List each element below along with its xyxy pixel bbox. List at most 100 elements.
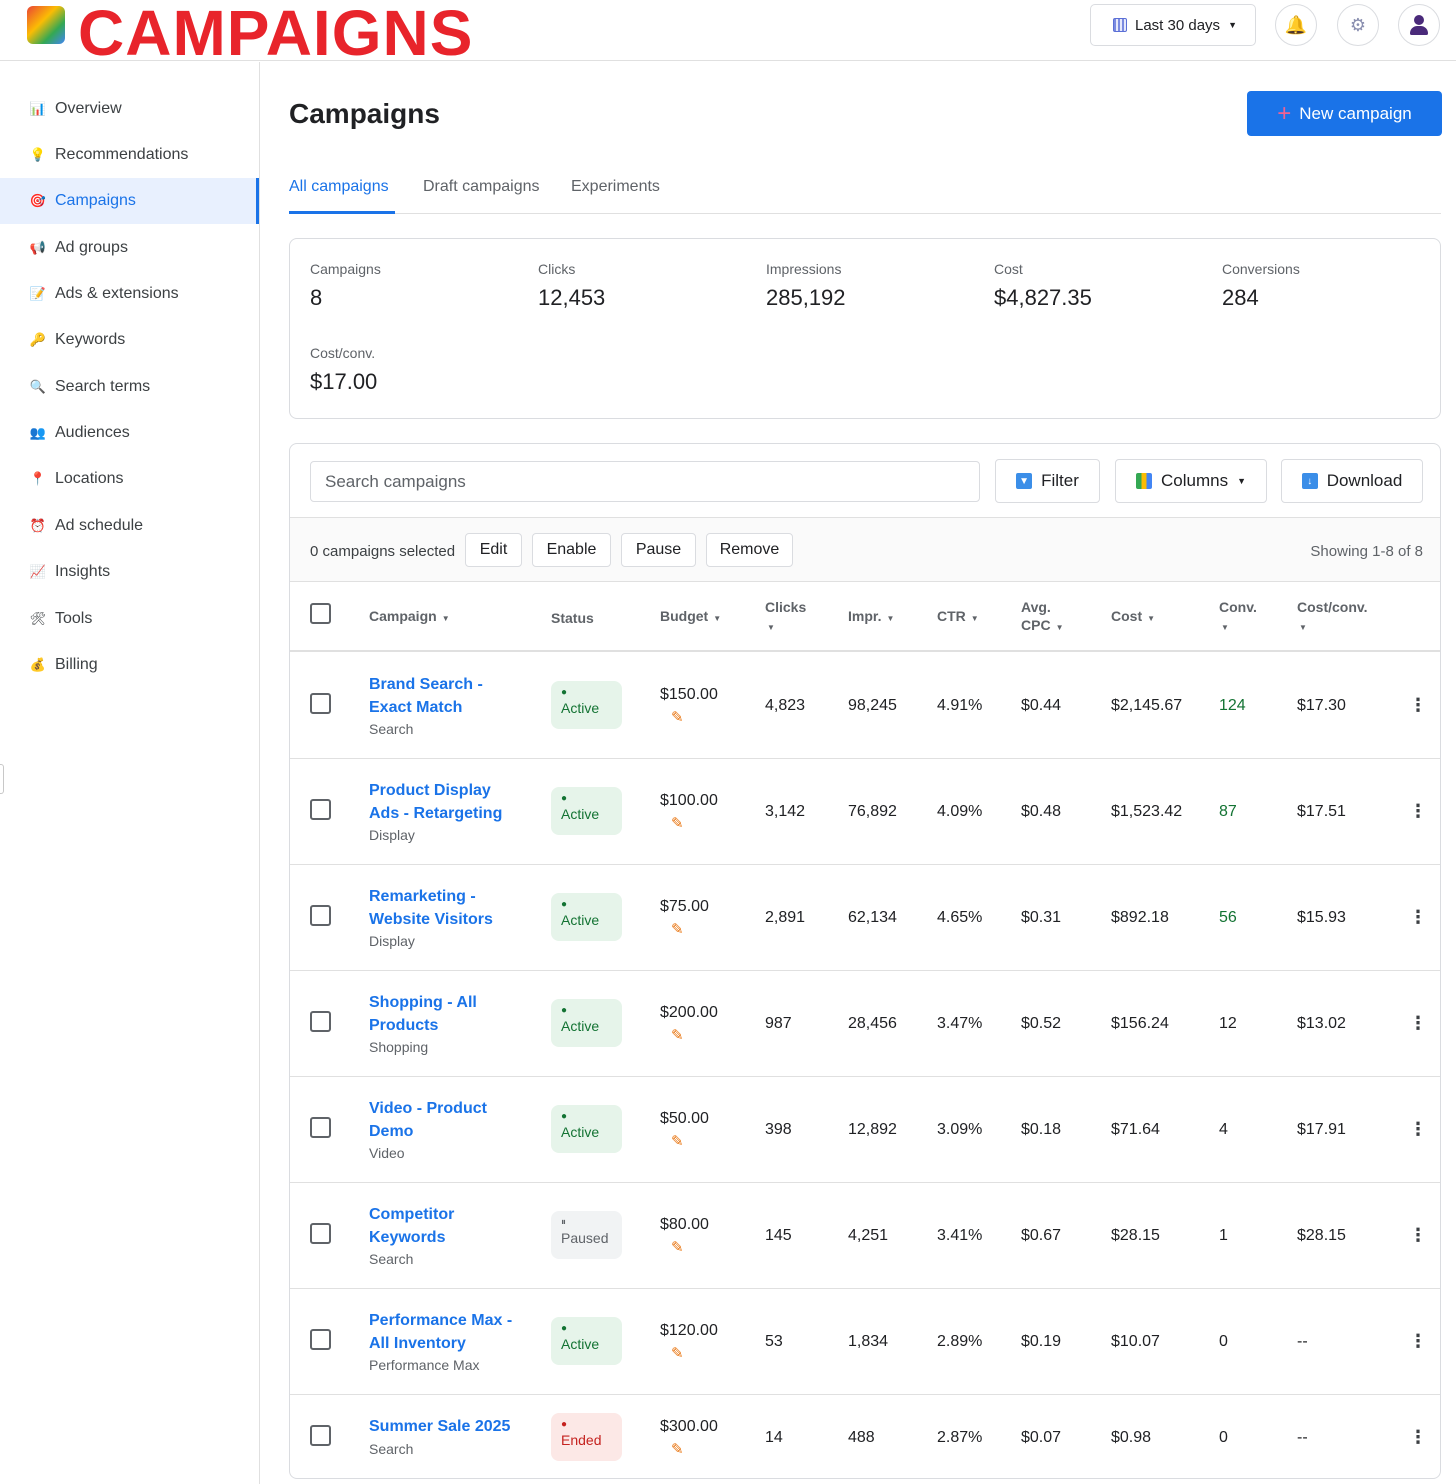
- edit-button[interactable]: Edit: [465, 533, 522, 567]
- column-header-budget[interactable]: Budget ▼: [660, 607, 721, 628]
- target-icon: 🎯: [29, 193, 47, 208]
- edit-budget-pencil-icon[interactable]: ✎: [671, 1344, 684, 1362]
- sidebar-item-ads-extensions[interactable]: 📝 Ads & extensions: [0, 271, 259, 317]
- cpc-cell: $0.52: [1021, 1015, 1062, 1032]
- new-campaign-button[interactable]: + New campaign: [1247, 91, 1442, 136]
- sidebar-item-insights[interactable]: 📈 Insights: [0, 549, 259, 595]
- sidebar-item-label: Billing: [55, 656, 98, 673]
- row-checkbox[interactable]: [310, 799, 331, 820]
- cost-conv-cell: $13.02: [1297, 1015, 1346, 1032]
- column-header-campaign[interactable]: Campaign ▼: [369, 607, 450, 628]
- sidebar-item-tools[interactable]: 🛠 Tools: [0, 596, 259, 642]
- campaign-name-link[interactable]: Performance Max - All Inventory: [369, 1309, 544, 1355]
- conv-cell: 87: [1219, 803, 1237, 820]
- edit-budget-pencil-icon[interactable]: ✎: [671, 920, 684, 938]
- column-header-clicks[interactable]: Clicks ▼: [765, 598, 806, 637]
- tab-experiments[interactable]: Experiments: [571, 172, 660, 214]
- more-options-icon[interactable]: ⋮: [1409, 801, 1427, 822]
- filter-label: Filter: [1041, 471, 1079, 490]
- date-range-button[interactable]: Last 30 days ▼: [1090, 4, 1256, 46]
- impr-cell: 28,456: [848, 1015, 897, 1032]
- column-header-conv[interactable]: Conv. ▼: [1219, 598, 1257, 637]
- chevron-down-icon: ▼: [1237, 476, 1246, 486]
- sidebar-item-campaigns[interactable]: 🎯 Campaigns: [0, 178, 259, 224]
- campaign-name-link[interactable]: Product Display Ads - Retargeting: [369, 779, 529, 825]
- select-all-checkbox[interactable]: [310, 603, 331, 624]
- budget-value: $100.00: [660, 792, 718, 809]
- budget-value: $50.00: [660, 1110, 709, 1127]
- column-header-cost-conv[interactable]: Cost/conv. ▼: [1297, 598, 1368, 637]
- column-header-avg-cpc[interactable]: Avg. CPC ▼: [1021, 598, 1063, 637]
- new-campaign-label: New campaign: [1299, 103, 1412, 123]
- campaign-name-link[interactable]: Summer Sale 2025: [369, 1415, 544, 1438]
- edit-budget-pencil-icon[interactable]: ✎: [671, 1440, 684, 1458]
- more-options-icon[interactable]: ⋮: [1409, 1013, 1427, 1034]
- cost-conv-cell: --: [1297, 1333, 1308, 1350]
- impr-cell: 1,834: [848, 1333, 889, 1350]
- column-header-impr[interactable]: Impr. ▼: [848, 607, 894, 628]
- notifications-button[interactable]: 🔔: [1275, 4, 1317, 46]
- row-checkbox[interactable]: [310, 1011, 331, 1032]
- sidebar-item-search-terms[interactable]: 🔍 Search terms: [0, 364, 259, 410]
- row-checkbox[interactable]: [310, 1329, 331, 1350]
- metric-conversions: Conversions 284: [1222, 261, 1300, 311]
- settings-button[interactable]: ⚙: [1337, 4, 1379, 46]
- sidebar-item-recommendations[interactable]: 💡 Recommendations: [0, 132, 259, 178]
- more-options-icon[interactable]: ⋮: [1409, 907, 1427, 928]
- sidebar-item-label: Tools: [55, 610, 93, 627]
- sidebar-item-overview[interactable]: 📊 Overview: [0, 86, 259, 132]
- sidebar-item-ad-groups[interactable]: 📢 Ad groups: [0, 225, 259, 271]
- campaign-name-link[interactable]: Remarketing - Website Visitors: [369, 885, 529, 931]
- tab-all-campaigns[interactable]: All campaigns: [289, 172, 395, 214]
- sidebar-item-locations[interactable]: 📍 Locations: [0, 456, 259, 502]
- row-checkbox[interactable]: [310, 1425, 331, 1446]
- columns-button[interactable]: Columns ▼: [1115, 459, 1267, 503]
- more-options-icon[interactable]: ⋮: [1409, 1427, 1427, 1448]
- edit-budget-pencil-icon[interactable]: ✎: [671, 814, 684, 832]
- more-options-icon[interactable]: ⋮: [1409, 1119, 1427, 1140]
- metric-label: Cost: [994, 261, 1023, 277]
- cpc-cell: $0.31: [1021, 909, 1062, 926]
- brand-title: CAMPAIGNS: [78, 0, 474, 69]
- enable-button[interactable]: Enable: [532, 533, 611, 567]
- edit-budget-pencil-icon[interactable]: ✎: [671, 708, 684, 726]
- sidebar-item-ad-schedule[interactable]: ⏰ Ad schedule: [0, 503, 259, 549]
- budget-value: $150.00: [660, 686, 718, 703]
- download-button[interactable]: ↓ Download: [1281, 459, 1423, 503]
- more-options-icon[interactable]: ⋮: [1409, 1225, 1427, 1246]
- table-row: Performance Max - All Inventory Performan…: [290, 1289, 1440, 1395]
- tab-draft-campaigns[interactable]: Draft campaigns: [423, 172, 540, 214]
- remove-button[interactable]: Remove: [706, 533, 793, 567]
- column-header-cost[interactable]: Cost ▼: [1111, 607, 1155, 628]
- bar-chart-icon: 📊: [29, 101, 47, 116]
- more-options-icon[interactable]: ⋮: [1409, 695, 1427, 716]
- more-options-icon[interactable]: ⋮: [1409, 1331, 1427, 1352]
- budget-value: $75.00: [660, 898, 709, 915]
- row-checkbox[interactable]: [310, 1223, 331, 1244]
- filter-button[interactable]: ▼ Filter: [995, 459, 1100, 503]
- edit-budget-pencil-icon[interactable]: ✎: [671, 1238, 684, 1256]
- sidebar-item-keywords[interactable]: 🔑 Keywords: [0, 317, 259, 363]
- cost-cell: $892.18: [1111, 909, 1169, 926]
- sidebar-collapse-handle[interactable]: [0, 764, 4, 794]
- campaign-name-link[interactable]: Brand Search - Exact Match: [369, 673, 529, 719]
- column-header-ctr[interactable]: CTR ▼: [937, 607, 979, 628]
- row-checkbox[interactable]: [310, 1117, 331, 1138]
- conv-cell: 0: [1219, 1429, 1228, 1446]
- pause-button[interactable]: Pause: [621, 533, 696, 567]
- budget-value: $300.00: [660, 1418, 718, 1435]
- search-input[interactable]: [310, 461, 980, 502]
- conv-cell: 12: [1219, 1015, 1237, 1032]
- sidebar-item-audiences[interactable]: 👥 Audiences: [0, 410, 259, 456]
- campaign-name-link[interactable]: Shopping - All Products: [369, 991, 529, 1037]
- row-checkbox[interactable]: [310, 693, 331, 714]
- account-button[interactable]: [1398, 4, 1440, 46]
- edit-budget-pencil-icon[interactable]: ✎: [671, 1132, 684, 1150]
- campaign-name-link[interactable]: Competitor Keywords: [369, 1203, 529, 1249]
- edit-budget-pencil-icon[interactable]: ✎: [671, 1026, 684, 1044]
- clicks-cell: 398: [765, 1121, 792, 1138]
- sidebar: 📊 Overview 💡 Recommendations 🎯 Campaigns…: [0, 62, 260, 1484]
- sidebar-item-billing[interactable]: 💰 Billing: [0, 642, 259, 688]
- campaign-name-link[interactable]: Video - Product Demo: [369, 1097, 529, 1143]
- row-checkbox[interactable]: [310, 905, 331, 926]
